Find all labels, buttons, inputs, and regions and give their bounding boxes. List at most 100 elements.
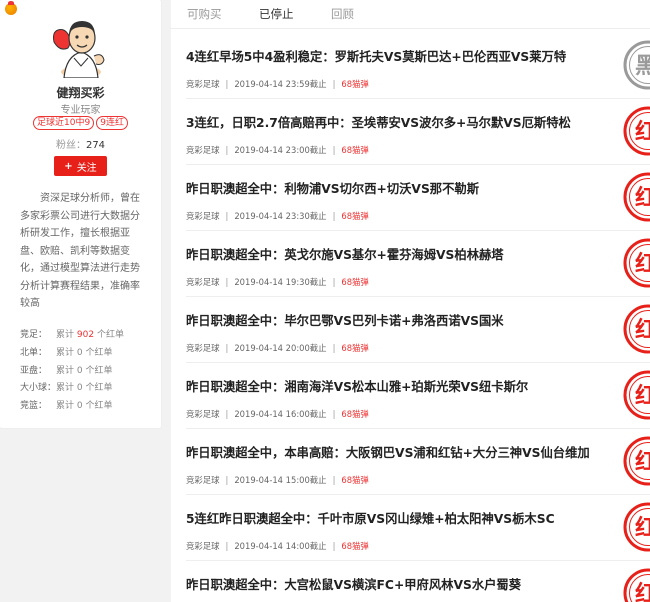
plan-title[interactable]: 昨日职澳超全中：湘南海洋VS松本山雅+珀斯光荣VS纽卡斯尔: [186, 377, 528, 395]
expert-bio: 资深足球分析师，曾在多家彩票公司进行大数据分析研发工作，擅长根据亚盘、欧赔、凯利…: [20, 193, 140, 309]
expert-name: 健翔买彩: [56, 86, 105, 100]
plan-meta: 竞彩足球 | 2019-04-14 19:30截止 | 68猫弹: [186, 276, 369, 288]
svg-text:红: 红: [635, 383, 650, 409]
logo-icon: [5, 1, 17, 15]
tab-review[interactable]: 回顾: [331, 6, 354, 22]
plan-title[interactable]: 昨日职澳超全中：大宫松鼠VS横滨FC+甲府风林VS水户蜀葵: [186, 575, 521, 593]
meta-separator: |: [332, 541, 336, 551]
plan-deadline: 2019-04-14 19:30截止: [234, 277, 327, 287]
plus-icon: +: [64, 160, 73, 172]
meta-separator: |: [332, 343, 336, 353]
result-stamp-icon: 红: [623, 172, 650, 222]
plan-category: 竞彩足球: [186, 409, 220, 419]
meta-separator: |: [225, 277, 229, 287]
plan-meta: 竞彩足球 | 2019-04-14 15:00截止 | 68猫弹: [186, 474, 369, 486]
meta-separator: |: [225, 343, 229, 353]
avatar[interactable]: [50, 12, 112, 78]
plan-title[interactable]: 昨日职澳超全中：毕尔巴鄂VS巴列卡诺+弗洛西诺VS国米: [186, 311, 504, 329]
fans-value: 274: [85, 140, 106, 151]
result-stamp-icon: 红: [623, 370, 650, 420]
plan-title[interactable]: 5连红昨日职澳超全中：千叶市原VS冈山绿雉+柏太阳神VS栃木SC: [186, 509, 555, 527]
meta-separator: |: [332, 409, 336, 419]
plan-list-item[interactable]: 昨日职澳超全中，本串高赔：大阪钢巴VS浦和红钻+大分三神VS仙台维加竞彩足球 | 2…: [186, 429, 650, 495]
tag-win-streak: 9连红: [96, 116, 128, 130]
svg-text:红: 红: [635, 515, 650, 541]
record-stats: 竞足： 累计 902 个红单 北单： 累计 0 个红单 亚盘： 累计 0 个红单…: [20, 325, 155, 413]
svg-text:红: 红: [635, 317, 650, 343]
plan-deadline: 2019-04-14 23:59截止: [234, 79, 327, 89]
plan-meta: 竞彩足球 | 2019-04-14 20:00截止 | 68猫弹: [186, 342, 369, 354]
plan-list-item[interactable]: 昨日职澳超全中：大宫松鼠VS横滨FC+甲府风林VS水户蜀葵竞彩足球|2019-0…: [186, 561, 650, 602]
svg-text:红: 红: [635, 449, 650, 475]
plan-price: 68猫弹: [341, 211, 369, 221]
plan-tabs: 可购买 已停止 回顾: [171, 0, 650, 29]
result-stamp-icon: 红: [623, 502, 650, 552]
result-stamp-icon: 黑: [623, 40, 650, 90]
meta-separator: |: [332, 277, 336, 287]
result-stamp-icon: 红: [623, 568, 650, 602]
plan-category: 竞彩足球: [186, 343, 220, 353]
plan-title[interactable]: 昨日职澳超全中：利物浦VS切尔西+切沃VS那不勒斯: [186, 179, 479, 197]
tab-available[interactable]: 可购买: [187, 6, 222, 22]
meta-separator: |: [225, 79, 229, 89]
plan-price: 68猫弹: [341, 277, 369, 287]
svg-text:红: 红: [635, 119, 650, 145]
stat-row-yapan: 亚盘： 累计 0 个红单: [20, 365, 113, 376]
follow-button[interactable]: + 关注: [54, 156, 107, 176]
plan-category: 竞彩足球: [186, 277, 220, 287]
plan-meta: 竞彩足球 | 2019-04-14 16:00截止 | 68猫弹: [186, 408, 369, 420]
plan-list-panel: 可购买 已停止 回顾 4连红早场5中4盈利稳定：罗斯托夫VS莫斯巴达+巴伦西亚V…: [171, 0, 650, 602]
meta-separator: |: [225, 541, 229, 551]
expert-role: 专业玩家: [60, 105, 101, 116]
plan-meta: 竞彩足球 | 2019-04-14 14:00截止 | 68猫弹: [186, 540, 369, 552]
svg-text:红: 红: [635, 185, 650, 211]
meta-separator: |: [332, 211, 336, 221]
plan-meta: 竞彩足球 | 2019-04-14 23:30截止 | 68猫弹: [186, 210, 369, 222]
meta-separator: |: [225, 145, 229, 155]
result-stamp-icon: 红: [623, 106, 650, 156]
plan-list-item[interactable]: 昨日职澳超全中：湘南海洋VS松本山雅+珀斯光荣VS纽卡斯尔 竞彩足球 | 2019-0…: [186, 363, 650, 429]
meta-separator: |: [225, 409, 229, 419]
plan-category: 竞彩足球: [186, 211, 220, 221]
plan-deadline: 2019-04-14 20:00截止: [234, 343, 327, 353]
plan-title[interactable]: 昨日职澳超全中，本串高赔：大阪钢巴VS浦和红钻+大分三神VS仙台维加: [186, 443, 590, 461]
meta-separator: |: [225, 475, 229, 485]
plan-title[interactable]: 昨日职澳超全中：英戈尔施VS基尔+霍芬海姆VS柏林赫塔: [186, 245, 504, 263]
plan-price: 68猫弹: [341, 475, 369, 485]
plan-meta: 竞彩足球 | 2019-04-14 23:59截止 | 68猫弹: [186, 78, 369, 90]
plan-deadline: 2019-04-14 15:00截止: [234, 475, 327, 485]
plan-list-item[interactable]: 4连红早场5中4盈利稳定：罗斯托夫VS莫斯巴达+巴伦西亚VS莱万特竞彩足球 | 20…: [186, 33, 650, 99]
stat-row-jinglan: 竞篮： 累计 0 个红单: [20, 401, 113, 412]
expert-tags: 足球近10中9 9连红: [0, 116, 161, 130]
svg-text:红: 红: [635, 251, 650, 277]
plan-price: 68猫弹: [341, 145, 369, 155]
plan-category: 竞彩足球: [186, 79, 220, 89]
plan-list-item[interactable]: 昨日职澳超全中：利物浦VS切尔西+切沃VS那不勒斯 竞彩足球 | 2019-04-14…: [186, 165, 650, 231]
fans-count: 粉丝：274: [0, 136, 161, 151]
plan-list-item[interactable]: 5连红昨日职澳超全中：千叶市原VS冈山绿雉+柏太阳神VS栃木SC 竞彩足球 | 201…: [186, 495, 650, 561]
plan-list-item[interactable]: 3连红，日职2.7倍高赔再中：圣埃蒂安VS波尔多+马尔默VS厄斯特松竞彩足球 | 2…: [186, 99, 650, 165]
expert-profile-card: 健翔买彩 专业玩家 足球近10中9 9连红 粉丝：274 + 关注 资深足球分析…: [0, 0, 161, 428]
result-stamp-icon: 红: [623, 436, 650, 486]
plan-price: 68猫弹: [341, 541, 369, 551]
plan-category: 竞彩足球: [186, 475, 220, 485]
plan-list-item[interactable]: 昨日职澳超全中：毕尔巴鄂VS巴列卡诺+弗洛西诺VS国米竞彩足球 | 2019-04-…: [186, 297, 650, 363]
meta-separator: |: [225, 211, 229, 221]
follow-label: 关注: [76, 162, 97, 174]
tab-stopped[interactable]: 已停止: [259, 6, 294, 22]
plan-deadline: 2019-04-14 23:00截止: [234, 145, 327, 155]
plan-title[interactable]: 3连红，日职2.7倍高赔再中：圣埃蒂安VS波尔多+马尔默VS厄斯特松: [186, 113, 571, 131]
plan-price: 68猫弹: [341, 343, 369, 353]
plan-list-item[interactable]: 昨日职澳超全中：英戈尔施VS基尔+霍芬海姆VS柏林赫塔竞彩足球 | 2019-04-…: [186, 231, 650, 297]
tag-recent-record: 足球近10中9: [33, 116, 95, 130]
plan-category: 竞彩足球: [186, 145, 220, 155]
result-stamp-icon: 红: [623, 238, 650, 288]
meta-separator: |: [332, 79, 336, 89]
plan-price: 68猫弹: [341, 79, 369, 89]
plan-deadline: 2019-04-14 14:00截止: [234, 541, 327, 551]
meta-separator: |: [332, 145, 336, 155]
plan-title[interactable]: 4连红早场5中4盈利稳定：罗斯托夫VS莫斯巴达+巴伦西亚VS莱万特: [186, 47, 566, 65]
meta-separator: |: [332, 475, 336, 485]
plan-category: 竞彩足球: [186, 541, 220, 551]
result-stamp-icon: 红: [623, 304, 650, 354]
